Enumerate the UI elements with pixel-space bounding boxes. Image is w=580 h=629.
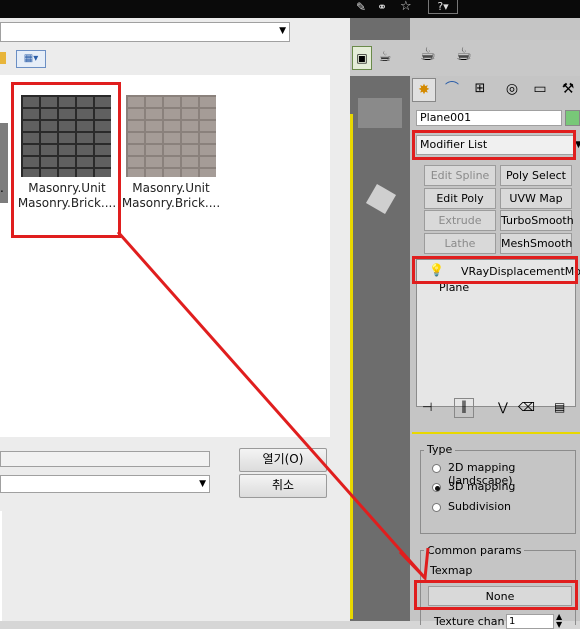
arrow-line xyxy=(116,231,427,579)
annotation-arrow xyxy=(116,231,430,582)
